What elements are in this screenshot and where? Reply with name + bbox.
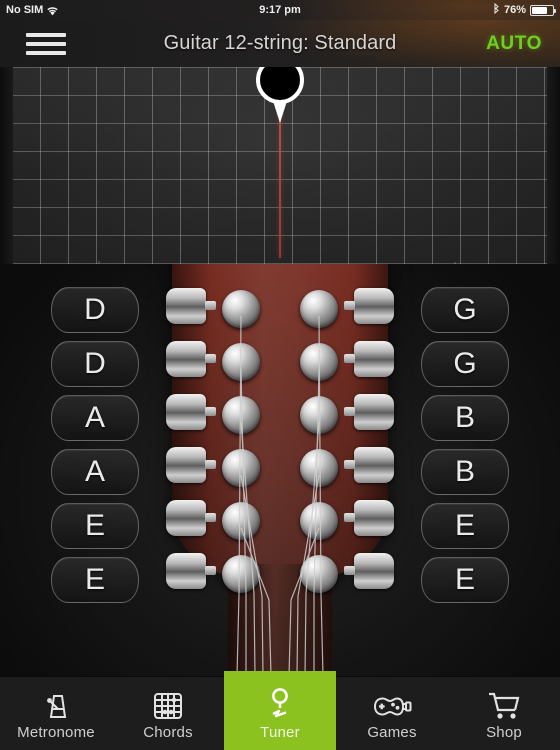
status-bar-clock: 9:17 pm [0,4,560,16]
string-button-left-3[interactable]: A [51,395,139,441]
string-button-right-4[interactable]: B [421,449,509,495]
battery-icon [530,5,554,16]
shopping-cart-icon [487,687,521,721]
string-button-right-1[interactable]: G [421,287,509,333]
status-bar: No SIM 9:17 pm 76% [0,0,560,20]
tab-label-chords: Chords [143,724,193,741]
string-button-left-2[interactable]: D [51,341,139,387]
chord-chart-icon [152,687,184,721]
battery-percent-label: 76% [504,4,526,16]
bluetooth-icon [493,3,500,17]
tab-label-games: Games [367,724,416,741]
string-button-left-6[interactable]: E [51,557,139,603]
right-string-buttons: G G B B E E [415,287,515,611]
metronome-icon [40,687,72,721]
tab-tuner[interactable]: Tuner [224,671,336,750]
auto-mode-button[interactable]: AUTO [486,33,542,55]
tab-label-tuner: Tuner [260,724,300,741]
guitar-stage: D D A A E E G G B B E E [0,264,560,676]
string-button-right-3[interactable]: B [421,395,509,441]
tab-shop[interactable]: Shop [448,677,560,750]
pointer-tip [273,101,287,123]
string-button-left-4[interactable]: A [51,449,139,495]
tab-label-shop: Shop [486,724,522,741]
page-title: Guitar 12-string: Standard [0,32,560,55]
tab-metronome[interactable]: Metronome [0,677,112,750]
status-bar-right: 76% [493,3,554,17]
gauge-left-edge [0,67,13,264]
bottom-tab-bar: Metronome Chords [0,676,560,750]
flat-symbol: ♭ [96,259,110,264]
left-string-buttons: D D A A E E [45,287,145,611]
string-button-right-2[interactable]: G [421,341,509,387]
guitar-gamepad-icon [372,687,412,721]
tuner-pin-icon [264,687,296,721]
tuner-app-screen: No SIM 9:17 pm 76% Guitar 12- [0,0,560,750]
string-button-right-6[interactable]: E [421,557,509,603]
string-button-right-5[interactable]: E [421,503,509,549]
tab-chords[interactable]: Chords [112,677,224,750]
string-button-left-5[interactable]: E [51,503,139,549]
gauge-right-edge [547,67,560,264]
string-button-left-1[interactable]: D [51,287,139,333]
tab-games[interactable]: Games [336,677,448,750]
app-header: Guitar 12-string: Standard AUTO [0,20,560,67]
sharp-symbol: ♯ [444,259,460,264]
tab-label-metronome: Metronome [17,724,95,741]
